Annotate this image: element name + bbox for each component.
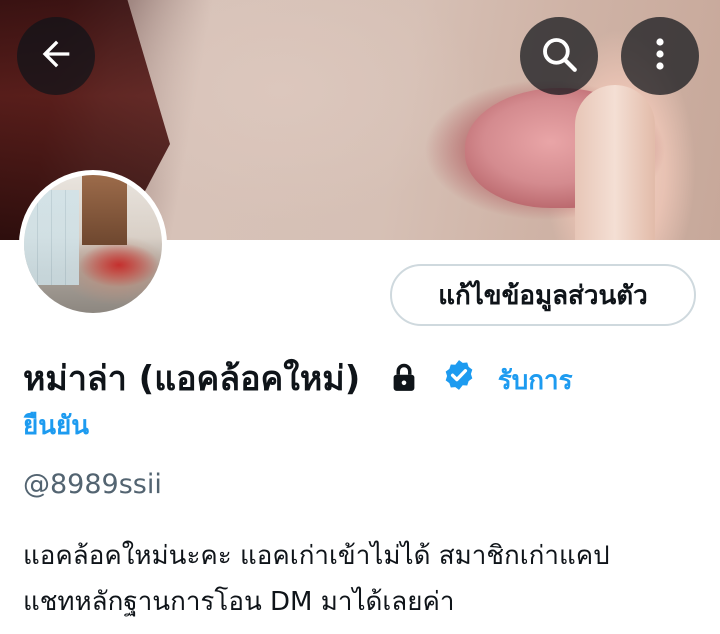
profile-name-row: หม่าล่า (แอคล้อคใหม่) รับการ [23, 354, 703, 406]
arrow-left-icon [36, 34, 76, 78]
verified-label-prefix[interactable]: รับการ [498, 356, 573, 406]
profile-handle: @8989ssii [23, 469, 162, 500]
search-icon [538, 33, 580, 79]
back-button[interactable] [17, 17, 95, 95]
avatar-tile-shape [24, 190, 79, 285]
more-vertical-icon [654, 34, 666, 78]
bio-line: แชทหลักฐานการโอน DM มาได้เลยค่า [23, 587, 455, 617]
edit-profile-button[interactable]: แก้ไขข้อมูลส่วนตัว [390, 264, 696, 326]
verified-label-suffix[interactable]: ยืนยัน [23, 405, 89, 446]
search-button[interactable] [520, 17, 598, 95]
verified-badge-icon[interactable] [442, 356, 476, 406]
banner-finger-shape [575, 85, 655, 240]
profile-bio: แอคล้อคใหม่นะคะ แอคเก่าเข้าไม่ได้ สมาชิก… [23, 533, 703, 625]
avatar-image [24, 175, 162, 313]
bio-line: แอคล้อคใหม่นะคะ แอคเก่าเข้าไม่ได้ สมาชิก… [23, 541, 610, 571]
display-name: หม่าล่า (แอคล้อคใหม่) [23, 359, 361, 399]
lock-icon [390, 356, 418, 406]
avatar-door-shape [82, 175, 127, 245]
avatar[interactable] [19, 170, 167, 318]
more-options-button[interactable] [621, 17, 699, 95]
